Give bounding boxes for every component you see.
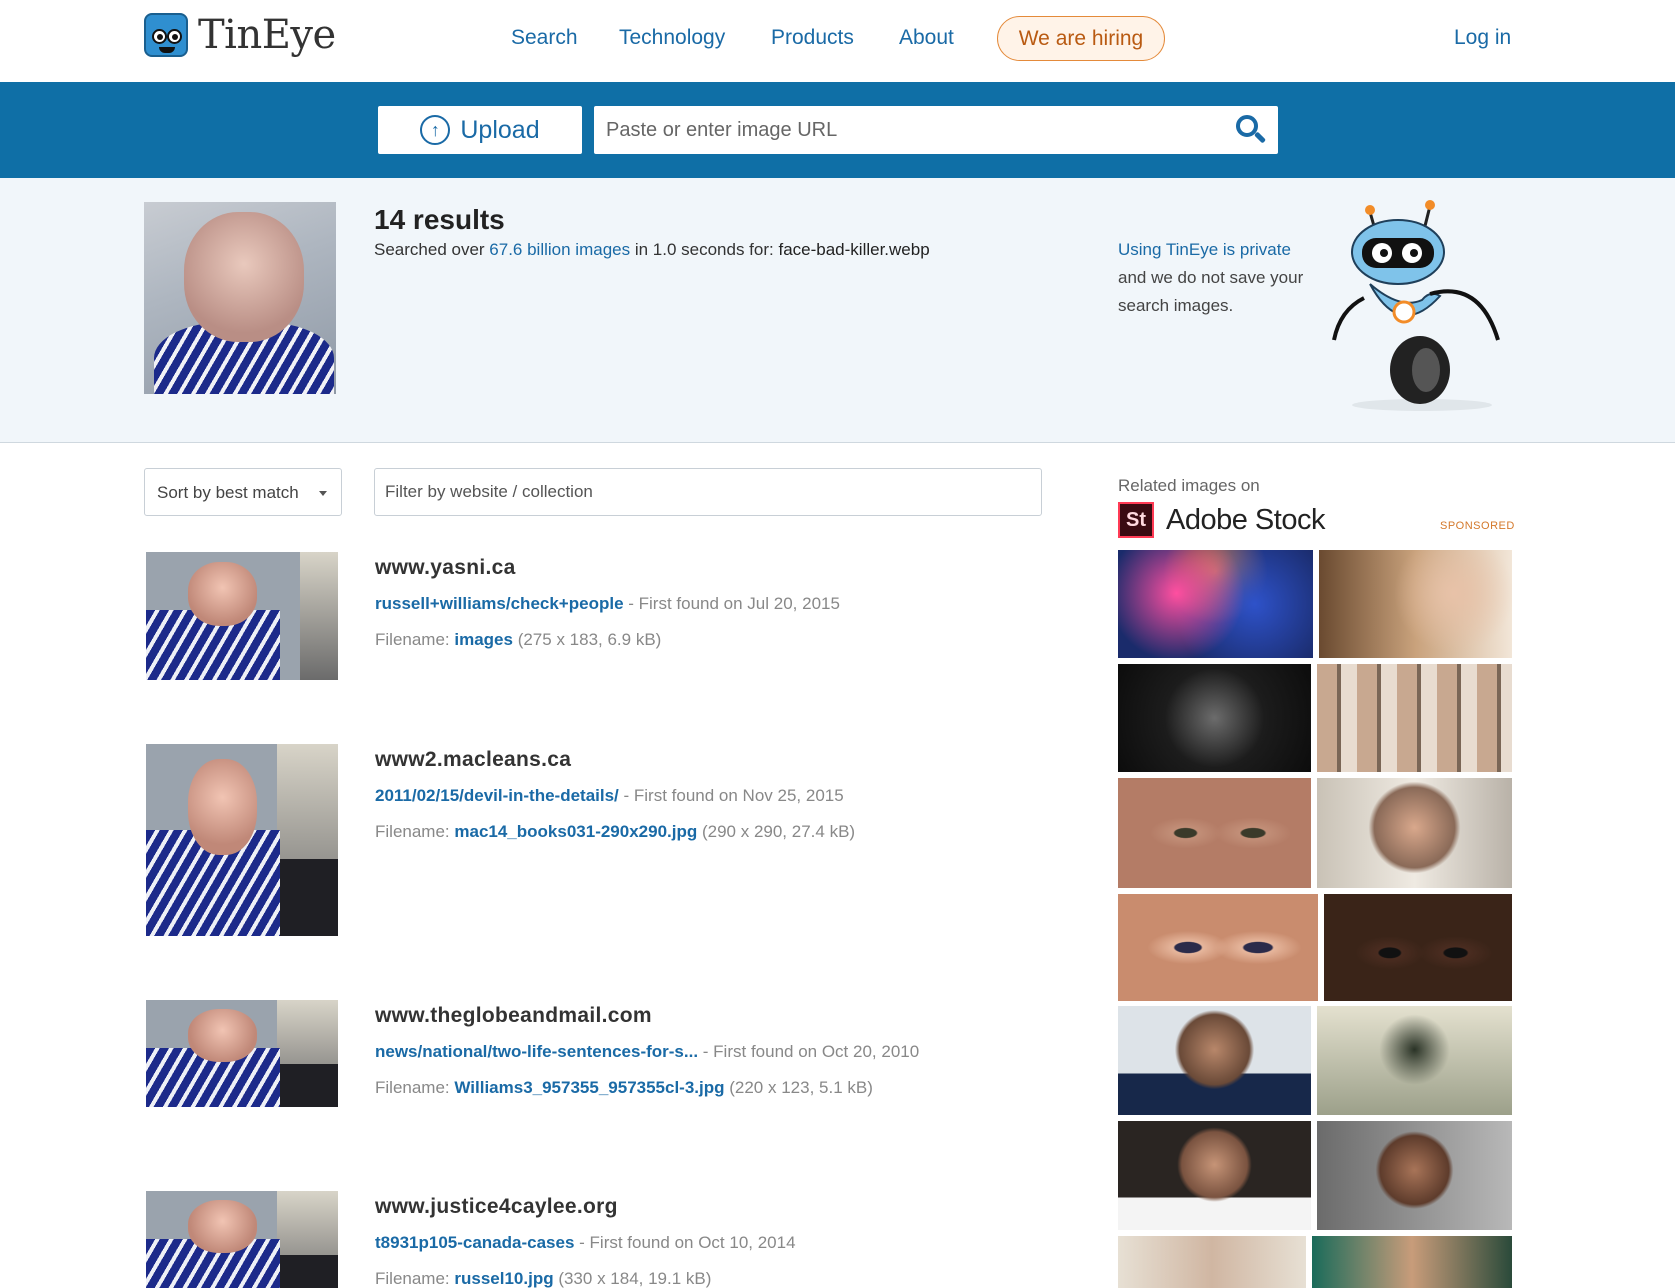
result-source-line: news/national/two-life-sentences-for-s..…	[375, 1042, 920, 1061]
sort-label: Sort by best match	[157, 483, 299, 502]
top-header: TinEye Search Technology Products About …	[0, 0, 1675, 82]
stock-image[interactable]	[1118, 1236, 1306, 1288]
nav-products[interactable]: Products	[771, 26, 854, 50]
sort-dropdown[interactable]: Sort by best match	[144, 468, 342, 516]
stock-image[interactable]	[1317, 1006, 1512, 1115]
result-domain: www.theglobeandmail.com	[375, 1004, 652, 1027]
result-source-line: russell+williams/check+people - First fo…	[375, 594, 840, 613]
result-filename-link[interactable]: Williams3_957355_957355cl-3.jpg	[454, 1078, 724, 1097]
result-filename-line: Filename: images (275 x 183, 6.9 kB)	[375, 630, 662, 649]
url-input-container	[594, 106, 1278, 154]
result-filename-line: Filename: mac14_books031-290x290.jpg (29…	[375, 822, 856, 841]
result-item: www.justice4caylee.org t8931p105-canada-…	[146, 1191, 1046, 1288]
stock-image[interactable]	[1118, 778, 1311, 888]
search-summary: 14 results Searched over 67.6 billion im…	[0, 178, 1675, 443]
image-count-link[interactable]: 67.6 billion images	[489, 240, 630, 259]
login-link[interactable]: Log in	[1454, 26, 1511, 50]
tineye-robot-logo-icon	[144, 13, 188, 57]
stock-image[interactable]	[1324, 894, 1512, 1001]
tineye-logo[interactable]: TinEye	[144, 12, 336, 58]
result-domain: www.yasni.ca	[375, 556, 516, 579]
stock-image[interactable]	[1317, 1121, 1512, 1230]
privacy-note: Using TinEye is private and we do not sa…	[1118, 236, 1318, 320]
result-source-line: 2011/02/15/devil-in-the-details/ - First…	[375, 786, 844, 805]
nav-technology[interactable]: Technology	[619, 26, 725, 50]
adobe-stock-logo: St	[1118, 502, 1154, 538]
result-filename-link[interactable]: russel10.jpg	[454, 1269, 553, 1288]
filter-input-container	[374, 468, 1042, 516]
result-path-link[interactable]: t8931p105-canada-cases	[375, 1233, 574, 1252]
nav-about[interactable]: About	[899, 26, 954, 50]
result-thumbnail[interactable]	[146, 552, 338, 680]
upload-button[interactable]: ↑ Upload	[378, 106, 582, 154]
result-item: www.theglobeandmail.com news/national/tw…	[146, 1000, 1046, 1108]
nav-search[interactable]: Search	[511, 26, 578, 50]
related-images-label: Related images on	[1118, 476, 1260, 495]
query-filename: face-bad-killer.webp	[778, 240, 930, 259]
result-filename-link[interactable]: mac14_books031-290x290.jpg	[454, 822, 697, 841]
stock-image[interactable]	[1319, 550, 1512, 658]
stock-image[interactable]	[1118, 894, 1318, 1001]
stock-image[interactable]	[1317, 778, 1512, 888]
result-thumbnail[interactable]	[146, 1000, 338, 1107]
privacy-link[interactable]: Using TinEye is private	[1118, 240, 1291, 259]
upload-arrow-icon: ↑	[420, 115, 451, 145]
stock-image[interactable]	[1312, 1236, 1512, 1288]
adobe-stock-name: Adobe Stock	[1166, 503, 1325, 536]
result-path-link[interactable]: russell+williams/check+people	[375, 594, 624, 613]
result-domain: www.justice4caylee.org	[375, 1195, 618, 1218]
result-item: www.yasni.ca russell+williams/check+peop…	[146, 552, 1046, 682]
image-url-input[interactable]	[594, 106, 1214, 154]
result-path-link[interactable]: 2011/02/15/devil-in-the-details/	[375, 786, 619, 805]
sponsored-label: SPONSORED	[1440, 520, 1515, 532]
result-item: www2.macleans.ca 2011/02/15/devil-in-the…	[146, 744, 1046, 938]
logo-text: TinEye	[198, 12, 336, 58]
caret-down-icon	[319, 491, 327, 496]
result-source-line: t8931p105-canada-cases - First found on …	[375, 1233, 796, 1252]
stock-image[interactable]	[1118, 1121, 1311, 1230]
result-thumbnail[interactable]	[146, 744, 338, 936]
stock-image[interactable]	[1317, 664, 1512, 772]
result-path-link[interactable]: news/national/two-life-sentences-for-s..…	[375, 1042, 698, 1061]
stock-image[interactable]	[1118, 1006, 1311, 1115]
stock-image[interactable]	[1118, 664, 1311, 772]
tineye-robot-mascot-icon	[1332, 200, 1500, 411]
search-icon[interactable]	[1236, 115, 1267, 145]
stock-image[interactable]	[1118, 550, 1313, 658]
search-bar-band: ↑ Upload	[0, 82, 1675, 178]
result-domain: www2.macleans.ca	[375, 748, 572, 771]
adobe-stock-brand[interactable]: St Adobe Stock	[1118, 502, 1325, 538]
results-count: 14 results	[374, 204, 505, 235]
hiring-button[interactable]: We are hiring	[997, 16, 1165, 61]
query-image-thumbnail	[144, 202, 336, 394]
result-filename-link[interactable]: images	[454, 630, 513, 649]
result-filename-line: Filename: russel10.jpg (330 x 184, 19.1 …	[375, 1269, 712, 1288]
search-details: Searched over 67.6 billion images in 1.0…	[374, 240, 930, 259]
privacy-text: and we do not save your search images.	[1118, 268, 1304, 315]
upload-label: Upload	[460, 115, 540, 144]
filter-website-input[interactable]	[375, 469, 1041, 515]
result-filename-line: Filename: Williams3_957355_957355cl-3.jp…	[375, 1078, 873, 1097]
result-thumbnail[interactable]	[146, 1191, 338, 1288]
